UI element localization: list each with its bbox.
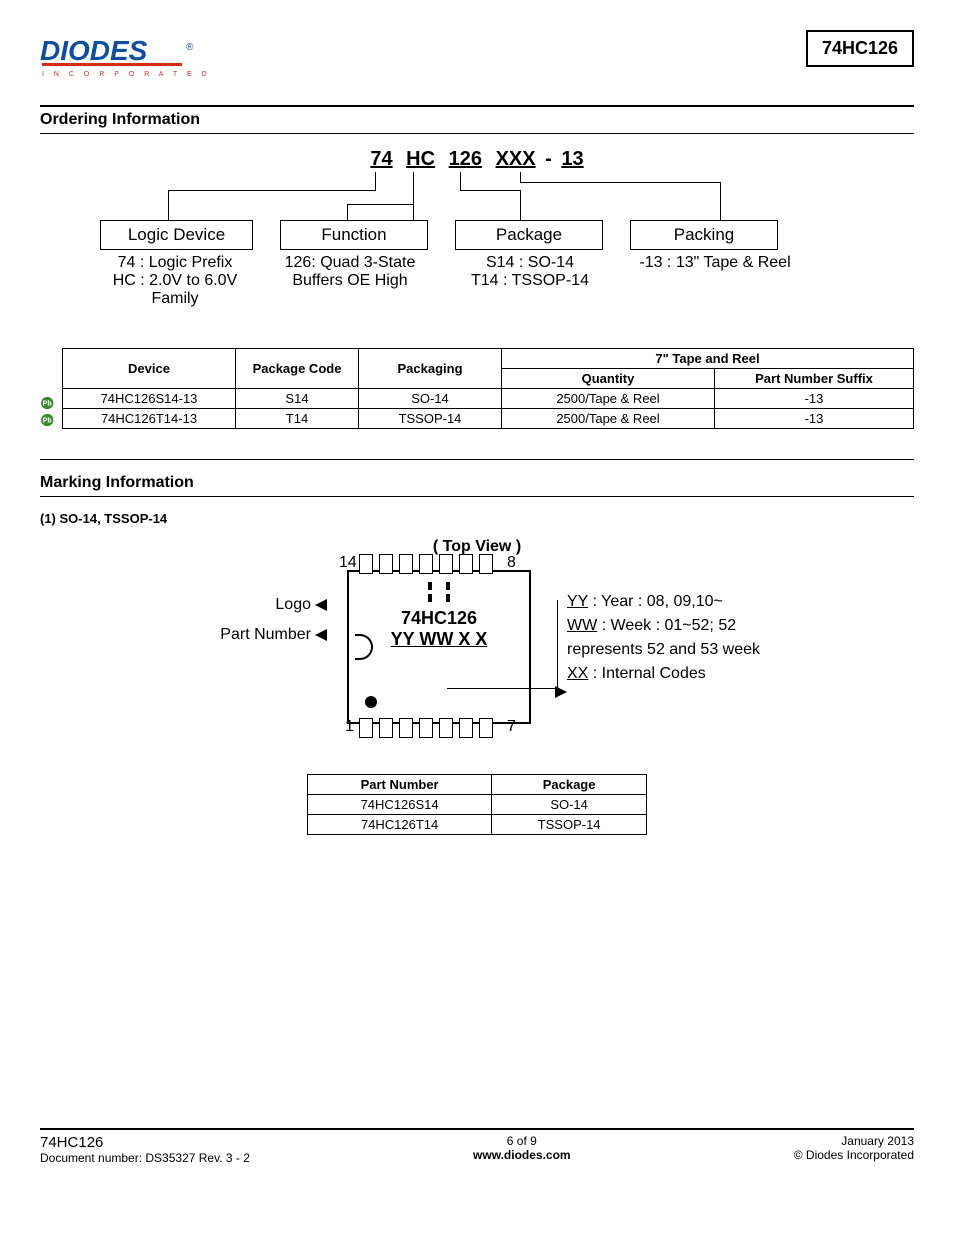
th-qty: Quantity	[502, 369, 715, 389]
arrow-left-icon	[315, 629, 327, 641]
ordering-table-wrap: Pb Pb Device Package Code Packaging 7" T…	[40, 348, 914, 429]
table-row: 74HC126T14 TSSOP-14	[308, 815, 647, 835]
partno-arrow-label: Part Number	[217, 626, 327, 644]
diodes-logo: DIODES I N C O R P O R A T E D ®	[40, 30, 210, 85]
table-row: 74HC126S14 SO-14	[308, 795, 647, 815]
pb-free-icon: Pb	[40, 396, 58, 410]
svg-text:I N C O R P O R A T E D: I N C O R P O R A T E D	[42, 71, 210, 78]
pins-top	[359, 554, 493, 574]
th-tapereel: 7" Tape and Reel	[502, 349, 914, 369]
pin-label-7: 7	[507, 718, 516, 736]
logo-arrow-label: Logo	[217, 596, 327, 614]
svg-text:Pb: Pb	[43, 401, 52, 408]
footer-center: 6 of 9 www.diodes.com	[473, 1134, 571, 1165]
pins-bottom	[359, 718, 493, 738]
svg-text:Pb: Pb	[43, 418, 52, 425]
section-title-ordering: Ordering Information	[40, 105, 914, 134]
pn-format-string: 74 HC 126 XXX - 13	[366, 148, 587, 171]
page-footer: 74HC126 Document number: DS35327 Rev. 3 …	[40, 1128, 914, 1165]
pn-group-packing-desc: -13 : 13" Tape & Reel	[615, 254, 815, 272]
pin-label-8: 8	[507, 554, 516, 572]
marking-table: Part Number Package 74HC126S14 SO-14 74H…	[307, 774, 647, 835]
section-title-marking: Marking Information	[40, 470, 914, 497]
marking-subtitle: (1) SO-14, TSSOP-14	[40, 511, 914, 526]
pb-free-icons: Pb Pb	[40, 348, 58, 429]
footer-right: January 2013 © Diodes Incorporated	[794, 1134, 914, 1165]
arrow-left-icon	[315, 599, 327, 611]
svg-text:®: ®	[186, 42, 194, 53]
th-package: Package	[492, 775, 647, 795]
th-device: Device	[63, 349, 236, 389]
th-partnumber: Part Number	[308, 775, 492, 795]
marking-legend: YY : Year : 08, 09,10~ WW : Week : 01~52…	[567, 590, 760, 686]
marking-figure: ( Top View ) 74HC126 YY WW X X 14 8 1 7 …	[67, 540, 887, 760]
pn-group-logic-desc: 74 : Logic Prefix HC : 2.0V to 6.0V Fami…	[100, 254, 250, 308]
part-number-breakdown-diagram: 74 HC 126 XXX - 13 Logic Device 74 : Log…	[60, 148, 894, 338]
pn-group-packing-box: Packing	[630, 220, 778, 250]
page-header: DIODES I N C O R P O R A T E D ® 74HC126	[40, 30, 914, 85]
pn-group-function-box: Function	[280, 220, 428, 250]
ordering-table: Device Package Code Packaging 7" Tape an…	[62, 348, 914, 429]
pin-label-14: 14	[339, 554, 357, 572]
footer-left: 74HC126 Document number: DS35327 Rev. 3 …	[40, 1134, 250, 1165]
pin-label-1: 1	[345, 718, 354, 736]
date-arrow-line	[447, 688, 557, 689]
pb-free-icon: Pb	[40, 413, 58, 427]
pn-group-package-box: Package	[455, 220, 603, 250]
pin1-dot-icon	[365, 696, 377, 708]
svg-text:DIODES: DIODES	[40, 35, 148, 66]
pn-group-logic-box: Logic Device	[100, 220, 253, 250]
part-number-box: 74HC126	[806, 30, 914, 67]
th-suffix: Part Number Suffix	[715, 369, 914, 389]
chip-outline: 74HC126 YY WW X X	[347, 570, 531, 724]
logo-marks-icon	[428, 582, 450, 602]
th-packaging: Packaging	[359, 349, 502, 389]
pn-group-package-desc: S14 : SO-14 T14 : TSSOP-14	[465, 254, 595, 290]
table-row: 74HC126T14-13 T14 TSSOP-14 2500/Tape & R…	[63, 409, 914, 429]
pn-group-function-desc: 126: Quad 3-State Buffers OE High	[265, 254, 435, 290]
table-row: 74HC126S14-13 S14 SO-14 2500/Tape & Reel…	[63, 389, 914, 409]
th-pkgcode: Package Code	[236, 349, 359, 389]
